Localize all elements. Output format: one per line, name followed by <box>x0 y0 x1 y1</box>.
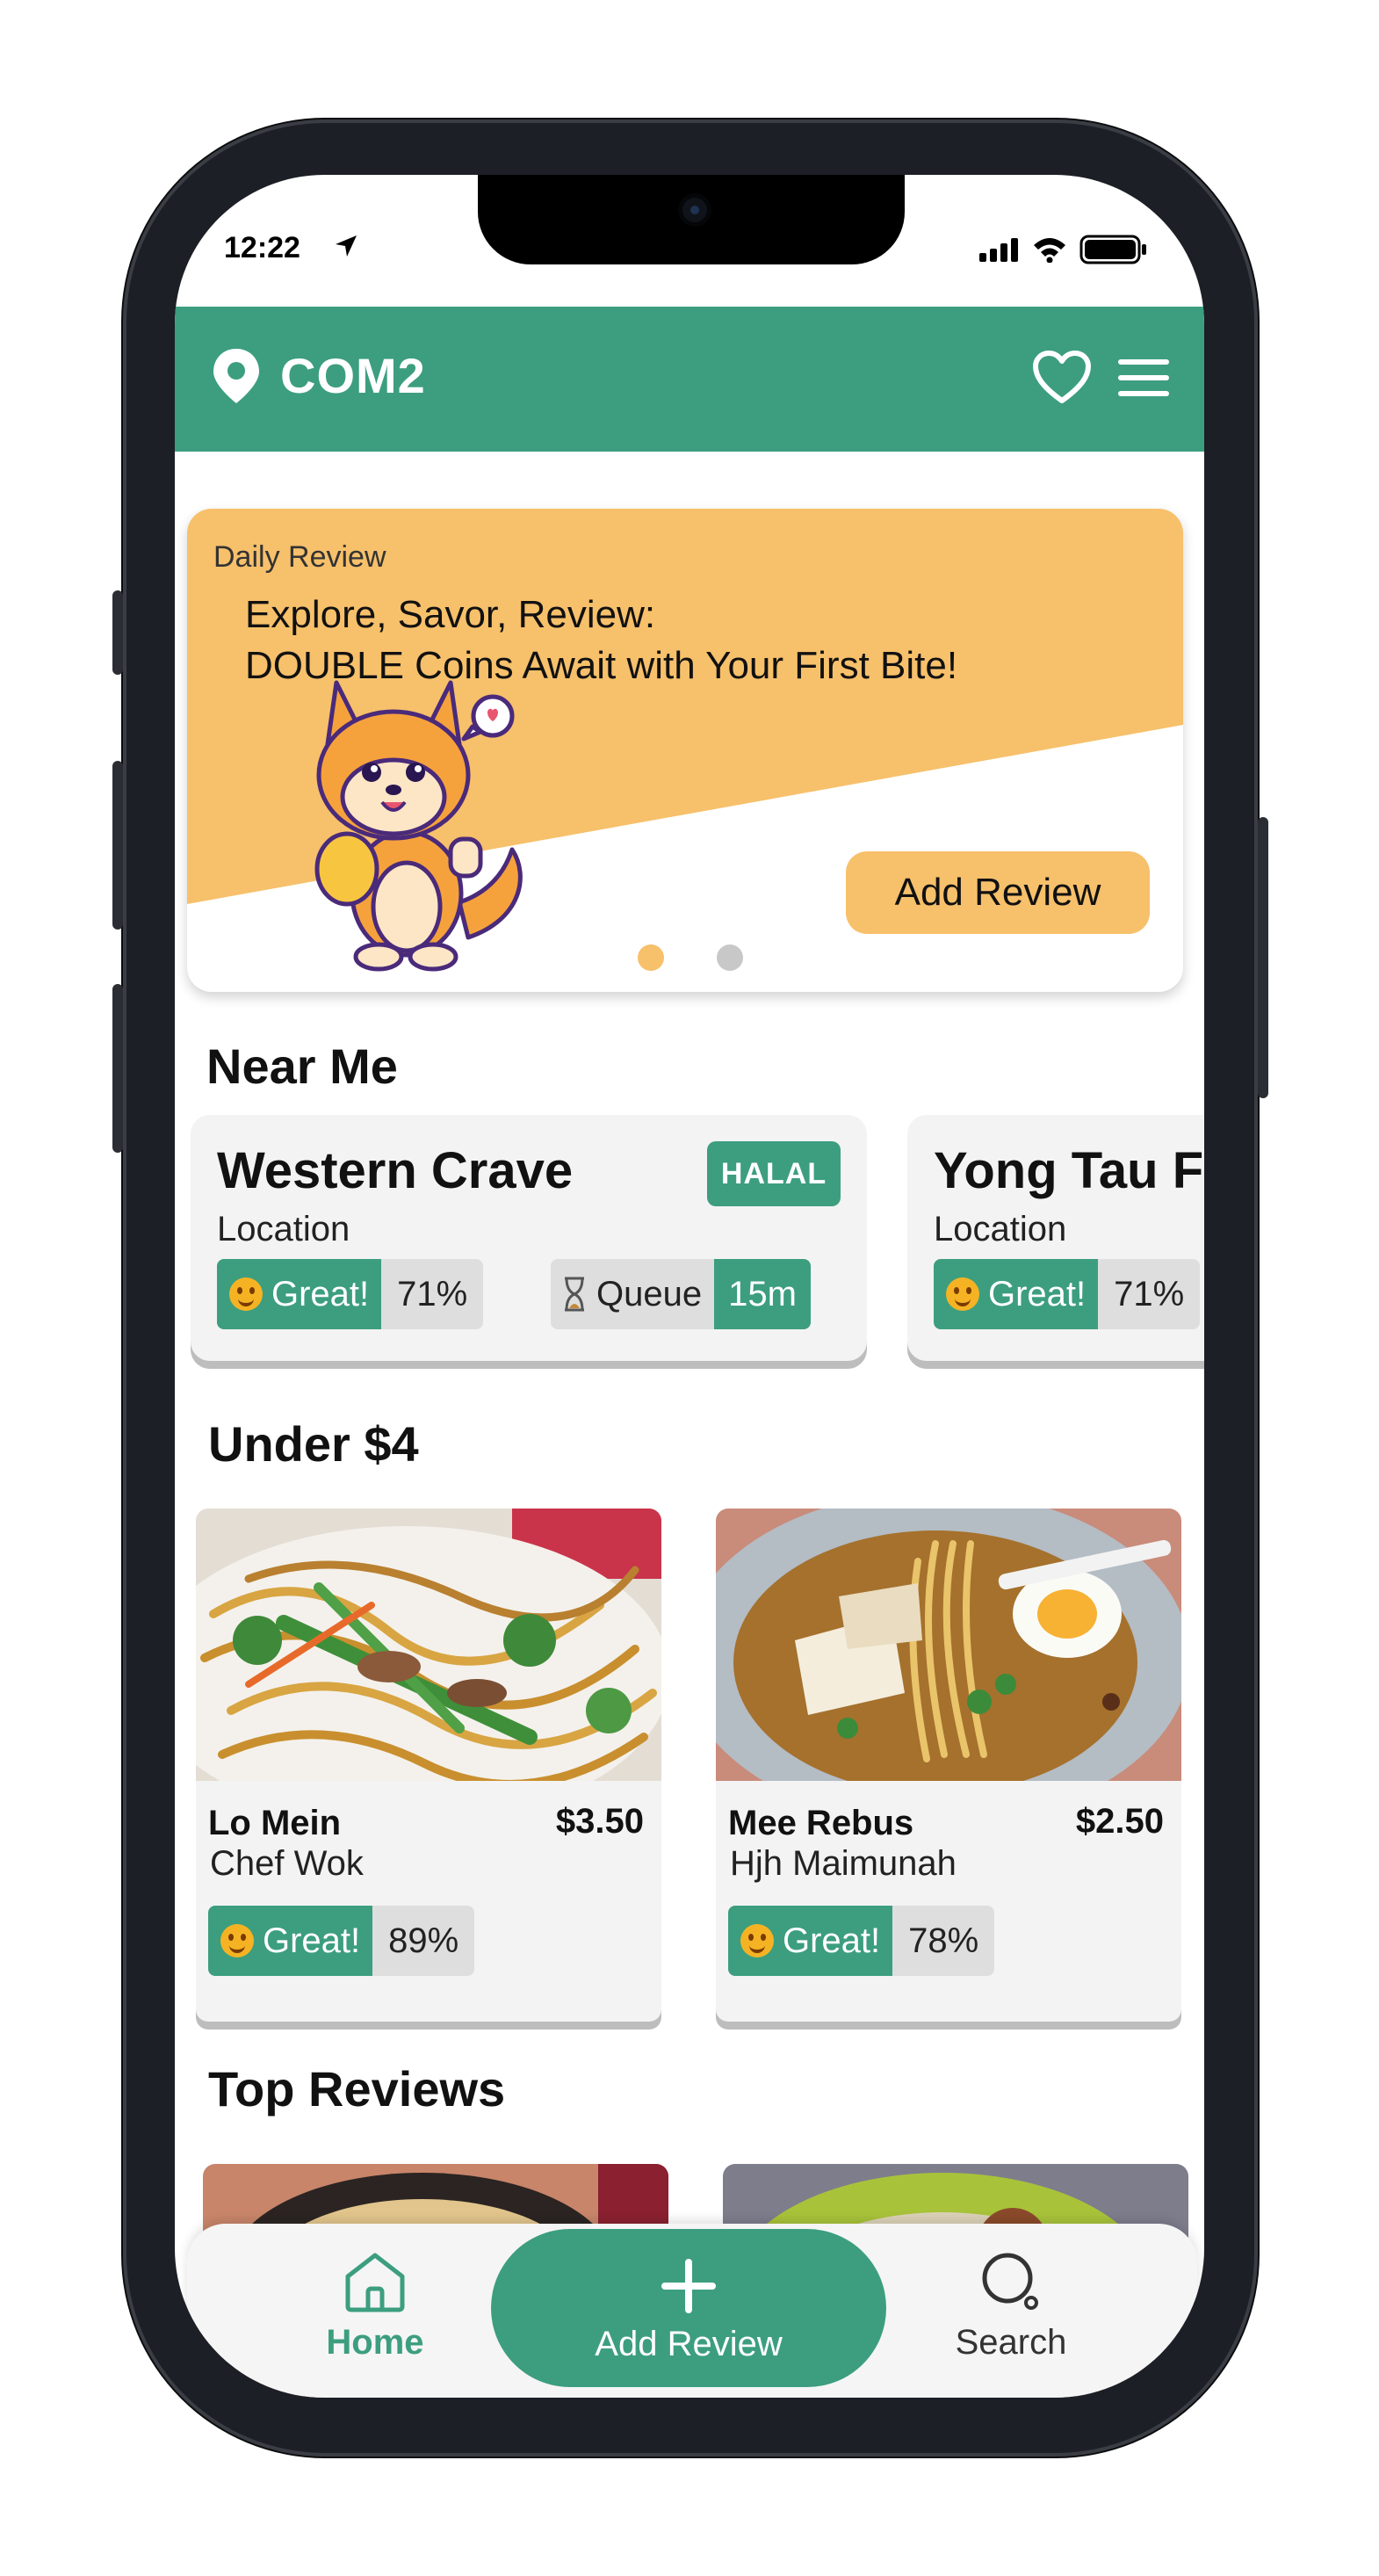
nav-search-label: Search <box>955 2323 1067 2362</box>
status-icons <box>979 235 1148 264</box>
plus-icon <box>661 2259 716 2313</box>
smile-emoji-icon <box>740 1924 774 1957</box>
dish-name: Lo Mein <box>208 1804 342 1842</box>
restaurant-location: Location <box>934 1210 1067 1248</box>
smile-emoji-icon <box>946 1277 979 1311</box>
dish-vendor: Hjh Maimunah <box>730 1844 957 1883</box>
mee-rebus-image <box>716 1509 1181 1781</box>
bottom-navigation: Home Add Review Search <box>187 2224 1197 2398</box>
under-4-title: Under $4 <box>208 1416 419 1472</box>
dish-price: $2.50 <box>1075 1802 1164 1841</box>
lo-mein-image <box>196 1509 661 1781</box>
rating-percent: 71% <box>381 1259 484 1329</box>
restaurant-card[interactable]: Yong Tau Foo Location Great! 71% <box>907 1115 1204 1361</box>
nav-add-review-button[interactable]: Add Review <box>491 2229 886 2387</box>
app-screen: 12:22 COM2 Daily Review Explore, Savor, … <box>175 175 1204 2398</box>
restaurant-name: Western Crave <box>217 1142 574 1199</box>
carousel-dot[interactable] <box>717 944 743 971</box>
queue-label: Queue <box>551 1259 715 1329</box>
rating-label: Great! <box>208 1906 373 1976</box>
rating-pill: Great! 78% <box>728 1906 995 1976</box>
phone-side-button <box>112 590 123 675</box>
promo-label: Daily Review <box>213 540 386 574</box>
shiba-mascot-icon <box>314 680 523 972</box>
hourglass-icon <box>565 1277 584 1312</box>
dish-price: $3.50 <box>555 1802 644 1841</box>
rating-percent: 71% <box>1098 1259 1201 1329</box>
rating-text: Great! <box>263 1921 361 1960</box>
app-header: COM2 <box>175 307 1204 452</box>
rating-text: Great! <box>271 1274 370 1313</box>
promo-banner[interactable]: Daily Review Explore, Savor, Review: DOU… <box>187 509 1183 992</box>
food-card[interactable]: Mee Rebus $2.50 Hjh Maimunah Great! 78% <box>716 1509 1181 2022</box>
top-reviews-title: Top Reviews <box>208 2061 506 2117</box>
restaurant-name: Yong Tau Foo <box>934 1142 1204 1199</box>
promo-line-1: Explore, Savor, Review: <box>245 593 656 636</box>
dish-name: Mee Rebus <box>728 1804 914 1842</box>
nav-search[interactable]: Search <box>923 2250 1099 2363</box>
location-arrow-icon <box>336 235 357 257</box>
queue-pill: Queue 15m <box>551 1259 811 1329</box>
status-time: 12:22 <box>224 231 300 264</box>
rating-pill: Great! 71% <box>934 1259 1201 1329</box>
rating-pill: Great! 89% <box>208 1906 475 1976</box>
queue-text: Queue <box>596 1274 703 1313</box>
hamburger-menu-icon[interactable] <box>1118 358 1169 398</box>
rating-label: Great! <box>728 1906 893 1976</box>
restaurant-location: Location <box>217 1210 350 1248</box>
heart-icon[interactable] <box>1032 351 1092 405</box>
food-card[interactable]: Lo Mein $3.50 Chef Wok Great! 89% <box>196 1509 661 2022</box>
near-me-title: Near Me <box>206 1038 398 1094</box>
nav-home-label: Home <box>326 2323 424 2362</box>
rating-pill: Great! 71% <box>217 1259 484 1329</box>
dish-vendor: Chef Wok <box>210 1844 364 1883</box>
rating-text: Great! <box>783 1921 881 1960</box>
rating-percent: 89% <box>372 1906 475 1976</box>
smile-emoji-icon <box>220 1924 254 1957</box>
queue-time: 15m <box>714 1259 811 1329</box>
rating-text: Great! <box>988 1274 1087 1313</box>
nav-home[interactable]: Home <box>287 2250 463 2363</box>
battery-icon <box>1079 235 1146 264</box>
search-icon <box>982 2253 1038 2310</box>
carousel-dot-active[interactable] <box>638 944 664 971</box>
phone-power-button <box>1258 817 1268 1098</box>
nav-add-review-label: Add Review <box>595 2325 783 2363</box>
home-icon <box>345 2253 405 2312</box>
restaurant-card[interactable]: Western Crave HALAL Location Great! 71% … <box>191 1115 867 1361</box>
rating-percent: 78% <box>892 1906 995 1976</box>
signal-icon <box>979 238 1018 262</box>
wifi-icon <box>1034 238 1065 263</box>
rating-label: Great! <box>217 1259 382 1329</box>
notch <box>478 175 905 264</box>
phone-volume-up <box>112 761 123 930</box>
rating-label: Great! <box>934 1259 1099 1329</box>
promo-add-review-button[interactable]: Add Review <box>846 851 1150 934</box>
map-pin-icon[interactable] <box>212 347 261 405</box>
halal-badge: HALAL <box>707 1141 841 1206</box>
phone-volume-down <box>112 984 123 1153</box>
front-camera <box>682 198 707 222</box>
location-title[interactable]: COM2 <box>280 347 426 404</box>
smile-emoji-icon <box>229 1277 263 1311</box>
